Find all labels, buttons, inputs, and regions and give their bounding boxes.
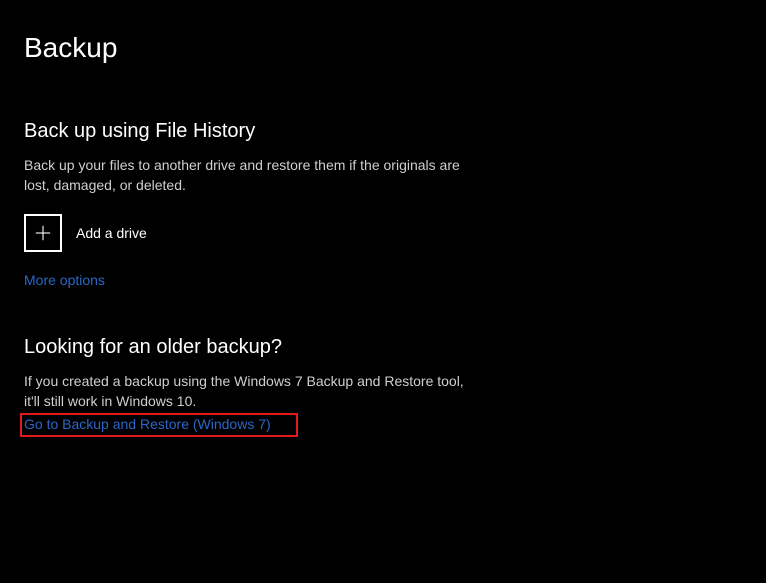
add-drive-label: Add a drive xyxy=(76,225,147,241)
plus-icon xyxy=(24,214,62,252)
file-history-heading: Back up using File History xyxy=(24,120,742,143)
highlight-annotation: Go to Backup and Restore (Windows 7) xyxy=(20,413,298,437)
more-options-link[interactable]: More options xyxy=(24,272,105,288)
older-backup-heading: Looking for an older backup? xyxy=(24,336,742,359)
file-history-description: Back up your files to another drive and … xyxy=(24,155,484,196)
page-title: Backup xyxy=(24,32,742,64)
add-drive-button[interactable]: Add a drive xyxy=(24,214,147,252)
file-history-section: Back up using File History Back up your … xyxy=(24,120,742,328)
older-backup-description: If you created a backup using the Window… xyxy=(24,371,464,412)
older-backup-section: Looking for an older backup? If you crea… xyxy=(24,336,742,438)
backup-restore-windows7-link[interactable]: Go to Backup and Restore (Windows 7) xyxy=(24,416,271,432)
